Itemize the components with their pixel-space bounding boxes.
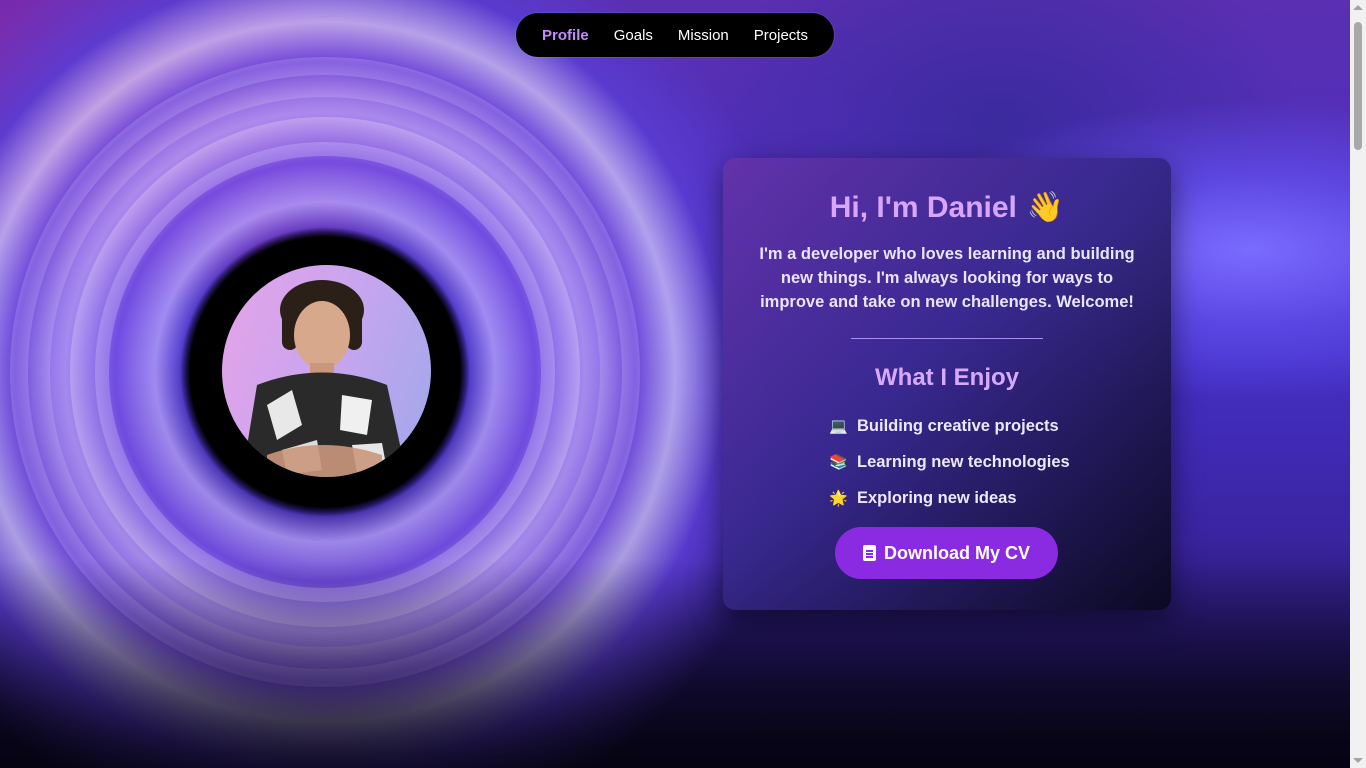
download-cv-button[interactable]: Download My CV (835, 527, 1058, 579)
waving-hand-icon: 👋 (1026, 191, 1065, 224)
scroll-down-icon[interactable] (1353, 758, 1363, 763)
vertical-scrollbar[interactable] (1350, 0, 1366, 768)
list-item-label: Exploring new ideas (857, 488, 1017, 507)
intro-text: I'm a developer who loves learning and b… (759, 245, 1135, 311)
enjoy-heading: What I Enjoy (875, 364, 1019, 391)
top-navigation: Profile Goals Mission Projects (516, 13, 834, 57)
list-item-label: Learning new technologies (857, 452, 1070, 471)
scroll-up-icon[interactable] (1353, 5, 1363, 10)
document-icon (862, 545, 876, 561)
enjoy-list: 💻 Building creative projects 📚 Learning … (829, 408, 1070, 516)
download-cv-label: Download My CV (883, 542, 1030, 563)
list-item: 🌟 Exploring new ideas (829, 480, 1070, 516)
books-icon: 📚 (829, 454, 848, 471)
scrollbar-thumb[interactable] (1354, 22, 1362, 150)
greeting-text: Hi, I'm Daniel (829, 191, 1017, 224)
divider (851, 338, 1043, 339)
laptop-icon: 💻 (829, 418, 848, 435)
nav-goals[interactable]: Goals (614, 27, 653, 44)
list-item: 📚 Learning new technologies (829, 444, 1070, 480)
star-icon: 🌟 (829, 490, 848, 507)
person-illustration (242, 280, 407, 477)
nav-mission[interactable]: Mission (678, 27, 729, 44)
list-item: 💻 Building creative projects (829, 408, 1070, 444)
list-item-label: Building creative projects (857, 416, 1059, 435)
profile-photo (222, 265, 431, 477)
nav-projects[interactable]: Projects (754, 27, 808, 44)
nav-profile[interactable]: Profile (542, 27, 589, 44)
profile-card: Hi, I'm Daniel 👋 I'm a developer who love… (723, 158, 1171, 610)
greeting-heading: Hi, I'm Daniel 👋 (723, 190, 1171, 225)
